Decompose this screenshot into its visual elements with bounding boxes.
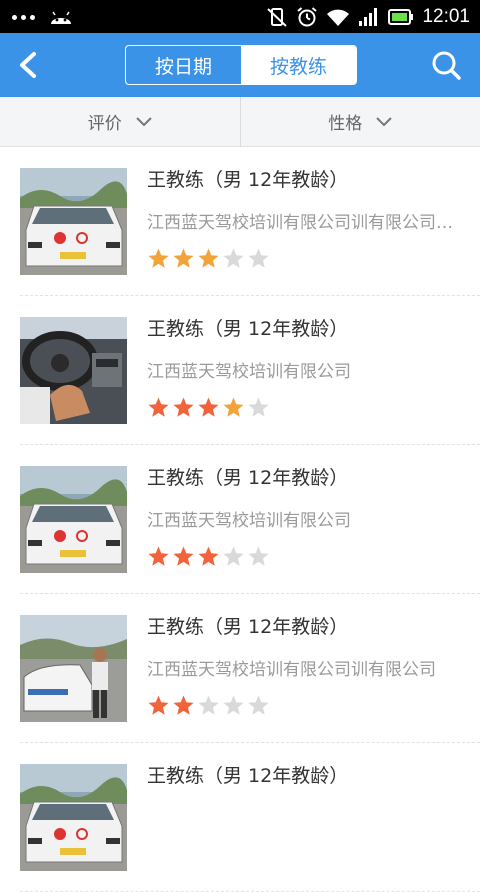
star-empty-icon: [247, 545, 270, 568]
wifi-icon: [326, 7, 350, 27]
more-dots-icon: [12, 15, 35, 20]
status-bar: 12:01: [0, 0, 480, 33]
star-filled-icon: [197, 247, 220, 270]
star-filled-icon: [197, 396, 220, 419]
chevron-down-icon: [136, 117, 152, 127]
star-filled-icon: [172, 396, 195, 419]
star-filled-icon: [147, 545, 170, 568]
coach-photo: [20, 764, 127, 871]
star-filled-icon: [172, 247, 195, 270]
coach-name: 王教练（男 12年教龄）: [147, 463, 457, 490]
star-empty-icon: [222, 247, 245, 270]
list-item[interactable]: 王教练（男 12年教龄） 江西蓝天驾校培训有限公司: [20, 296, 480, 445]
star-empty-icon: [247, 396, 270, 419]
tab-by-date[interactable]: 按日期: [126, 46, 241, 84]
star-empty-icon: [197, 694, 220, 717]
filter-rating-label: 评价: [88, 109, 122, 134]
star-empty-icon: [247, 247, 270, 270]
rating-stars: [147, 545, 457, 568]
star-empty-icon: [222, 545, 245, 568]
filter-personality-dropdown[interactable]: 性格: [240, 97, 480, 146]
list-item[interactable]: 王教练（男 12年教龄） 江西蓝天驾校培训有限公司: [20, 445, 480, 594]
coach-info: 王教练（男 12年教龄） 江西蓝天驾校培训有限公司训有限公司: [147, 612, 457, 717]
rating-stars: [147, 396, 457, 419]
school-name: 江西蓝天驾校培训有限公司训有限公司: [147, 655, 455, 680]
status-right: 12:01: [266, 6, 470, 28]
star-filled-icon: [222, 396, 245, 419]
coach-name: 王教练（男 12年教龄）: [147, 165, 457, 192]
back-arrow-icon: [14, 49, 46, 81]
star-empty-icon: [247, 694, 270, 717]
star-filled-icon: [147, 396, 170, 419]
battery-icon: [388, 8, 414, 26]
coach-list: 王教练（男 12年教龄） 江西蓝天驾校培训有限公司训有限公司训有限公司 王教练（…: [0, 147, 480, 892]
chevron-down-icon: [376, 117, 392, 127]
rating-stars: [147, 247, 457, 270]
coach-info: 王教练（男 12年教龄） 江西蓝天驾校培训有限公司训有限公司训有限公司: [147, 165, 457, 270]
view-mode-segmented-control: 按日期 按教练: [125, 45, 357, 85]
coach-name: 王教练（男 12年教龄）: [147, 314, 457, 341]
back-button[interactable]: [14, 49, 46, 81]
android-icon: [49, 8, 73, 26]
list-item[interactable]: 王教练（男 12年教龄） 江西蓝天驾校培训有限公司训有限公司: [20, 594, 480, 743]
school-name: 江西蓝天驾校培训有限公司: [147, 506, 455, 531]
coach-photo: [20, 317, 127, 424]
signal-icon: [358, 7, 380, 27]
coach-info: 王教练（男 12年教龄） 江西蓝天驾校培训有限公司: [147, 314, 457, 419]
star-filled-icon: [172, 694, 195, 717]
filter-bar: 评价 性格: [0, 97, 480, 147]
list-item[interactable]: 王教练（男 12年教龄） 江西蓝天驾校培训有限公司训有限公司训有限公司: [20, 147, 480, 296]
list-item[interactable]: 王教练（男 12年教龄）: [20, 743, 480, 892]
coach-info: 王教练（男 12年教龄） 江西蓝天驾校培训有限公司: [147, 463, 457, 568]
star-filled-icon: [197, 545, 220, 568]
alarm-icon: [296, 6, 318, 28]
star-filled-icon: [147, 694, 170, 717]
coach-info: 王教练（男 12年教龄）: [147, 761, 457, 804]
filter-personality-label: 性格: [328, 109, 362, 134]
star-filled-icon: [147, 247, 170, 270]
star-empty-icon: [222, 694, 245, 717]
school-name: 江西蓝天驾校培训有限公司训有限公司训有限公司: [147, 208, 455, 233]
search-icon: [430, 49, 462, 81]
coach-photo: [20, 168, 127, 275]
coach-name: 王教练（男 12年教龄）: [147, 612, 457, 639]
coach-photo: [20, 466, 127, 573]
status-time: 12:01: [422, 6, 470, 28]
search-button[interactable]: [430, 49, 462, 81]
nav-bar: 按日期 按教练: [0, 33, 480, 97]
vibrate-off-icon: [266, 6, 288, 28]
coach-name: 王教练（男 12年教龄）: [147, 761, 457, 788]
filter-rating-dropdown[interactable]: 评价: [0, 97, 240, 146]
star-filled-icon: [172, 545, 195, 568]
rating-stars: [147, 694, 457, 717]
status-left: [12, 8, 73, 26]
school-name: 江西蓝天驾校培训有限公司: [147, 357, 455, 382]
tab-by-coach[interactable]: 按教练: [241, 46, 356, 84]
coach-photo: [20, 615, 127, 722]
